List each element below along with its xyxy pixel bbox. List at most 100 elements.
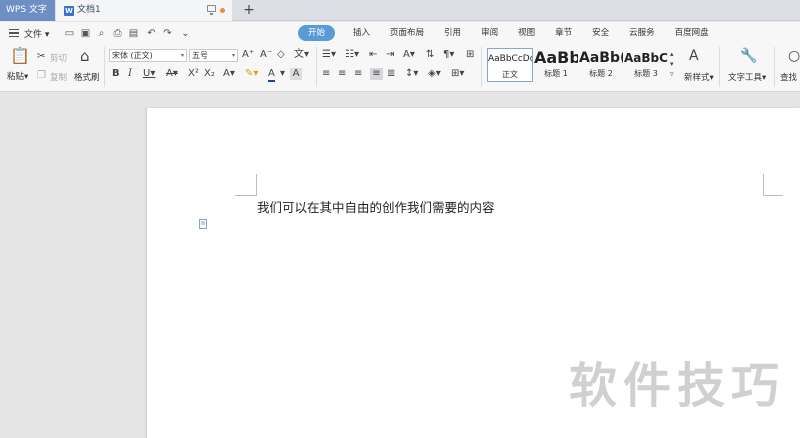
tab-insert[interactable]: 插入 [343,25,380,41]
tab-baidu-netdisk[interactable]: 百度网盘 [665,25,719,41]
strikethrough-icon[interactable]: A▾ [166,68,178,80]
new-style-icon[interactable]: A [689,49,699,63]
tab-security[interactable]: 安全 [582,25,619,41]
font-name-select[interactable]: 宋体 (正文) ▾ [109,49,187,62]
chinese-layout-icon[interactable]: A▾ [403,49,415,61]
cut-button[interactable]: 剪切 [50,52,67,64]
ribbon-tabs: 开始 插入 页面布局 引用 审阅 视图 章节 安全 云服务 百度网盘 [298,25,719,41]
grow-font-icon[interactable]: A⁺ [242,49,254,61]
bullets-icon[interactable]: ☰▾ [322,49,336,61]
show-marks-icon[interactable]: ¶▾ [443,49,454,61]
document-body-text[interactable]: 我们可以在其中自由的创作我们需要的内容 [257,197,495,216]
copy-button[interactable]: 复制 [50,71,67,83]
copy-icon[interactable]: ❐ [37,70,46,82]
table-icon[interactable]: ⊞ [466,49,474,61]
clear-format-icon[interactable]: ◇ [277,49,285,61]
new-style-button[interactable]: 新样式▾ [684,71,714,83]
italic-icon[interactable]: I [128,68,132,80]
app-tab[interactable]: WPS 文字 [0,0,55,21]
paste-label: 粘贴 [7,72,25,82]
tab-cloud-service[interactable]: 云服务 [619,25,665,41]
paste-icon[interactable]: 📋 [10,48,30,66]
phonetic-guide-icon[interactable]: 文▾ [294,49,309,61]
tab-review[interactable]: 审阅 [471,25,508,41]
style-normal[interactable]: AaBbCcDd 正文 [487,48,533,82]
style-sample: AaBb( [579,50,623,66]
char-shading-icon[interactable]: A [290,68,302,80]
font-size-select[interactable]: 五号 ▾ [189,49,238,62]
align-right-icon[interactable]: ≡ [354,68,362,80]
format-painter-button[interactable]: 格式刷 [74,71,100,83]
align-center-icon[interactable]: ≡ [338,68,346,80]
tab-sections[interactable]: 章节 [545,25,582,41]
search-icon[interactable]: ○ [788,49,800,63]
menu-row: 文件 ▾ ▭ ▣ ⌕ ⎙ ▤ ↶ ↷ ⌄ 开始 插入 页面布局 引用 审阅 视图… [0,22,800,44]
find-icon[interactable]: ⌕ [96,28,107,39]
hamburger-icon[interactable] [9,29,19,37]
document-workspace: 我们可以在其中自由的创作我们需要的内容 软件技巧 [0,92,800,438]
style-heading-3[interactable]: AaBbC( 标题 3 [624,48,668,82]
sort-icon[interactable]: ⇅ [426,49,434,61]
style-name: 标题 1 [544,69,568,78]
numbering-icon[interactable]: ☷▾ [345,49,359,61]
superscript-icon[interactable]: X² [188,68,199,80]
open-folder-icon[interactable]: ▭ [64,28,75,39]
find-replace-button[interactable]: 查找 [780,71,797,83]
borders-icon[interactable]: ⊞▾ [451,68,464,80]
word-doc-icon: W [64,6,74,16]
tab-page-layout[interactable]: 页面布局 [380,25,434,41]
new-style-label: 新样式 [684,73,710,83]
line-spacing-icon[interactable]: ↕▾ [405,68,418,80]
tab-references[interactable]: 引用 [434,25,471,41]
divider [104,47,105,87]
save-icon[interactable]: ▣ [80,28,91,39]
title-bar: WPS 文字 W 文档1 + [0,0,800,21]
watermark-text: 软件技巧 [569,358,786,414]
margin-marker-top-left [235,174,257,196]
document-page[interactable]: 我们可以在其中自由的创作我们需要的内容 软件技巧 [147,108,800,438]
print-preview-icon[interactable]: ▤ [128,28,139,39]
chevron-down-icon: ▾ [231,52,235,59]
decrease-indent-icon[interactable]: ⇤ [369,49,377,61]
shading-icon[interactable]: ◈▾ [428,68,441,80]
paste-button[interactable]: 粘贴▾ [7,70,28,82]
subscript-icon[interactable]: X₂ [204,68,215,80]
font-color-icon[interactable]: A [268,68,275,82]
document-tab[interactable]: W 文档1 [56,0,232,21]
file-menu-label: 文件 [24,30,43,40]
style-sample: AaBb [534,48,578,67]
styles-scroll-icon[interactable]: ▴ ▾ ▿ [670,49,674,79]
divider [774,47,775,87]
style-sample: AaBbC( [624,51,668,65]
print-icon[interactable]: ⎙ [112,28,123,39]
divider [481,47,482,87]
style-name: 标题 2 [589,69,613,78]
style-heading-1[interactable]: AaBb 标题 1 [534,48,578,82]
bold-icon[interactable]: B [112,68,120,80]
distributed-icon[interactable]: ≣ [387,68,395,80]
new-tab-button[interactable]: + [240,0,258,21]
text-effect-icon[interactable]: A▾ [223,68,235,80]
format-painter-icon[interactable]: ⌂ [80,49,90,64]
wrench-icon[interactable]: 🔧 [740,49,757,63]
file-menu[interactable]: 文件 ▾ [24,27,49,40]
justify-icon[interactable]: ≡ [370,68,383,80]
style-heading-2[interactable]: AaBb( 标题 2 [579,48,623,82]
shrink-font-icon[interactable]: A⁻ [260,49,272,61]
monitor-icon[interactable] [207,5,216,15]
text-tools-button[interactable]: 文字工具▾ [728,71,766,83]
paragraph-layout-icon[interactable] [199,219,209,229]
customize-chevron-icon[interactable]: ⌄ [180,28,191,39]
text-tools-label: 文字工具 [728,73,763,83]
redo-icon[interactable]: ↷ [162,28,173,39]
tab-view[interactable]: 视图 [508,25,545,41]
underline-icon[interactable]: U▾ [143,68,155,80]
chevron-down-icon[interactable]: ▾ [280,68,285,80]
undo-icon[interactable]: ↶ [146,28,157,39]
highlight-icon[interactable]: ✎▾ [245,68,258,80]
scissors-icon[interactable]: ✂ [37,51,45,63]
margin-marker-top-right [763,174,783,196]
increase-indent-icon[interactable]: ⇥ [386,49,394,61]
tab-home[interactable]: 开始 [298,25,336,41]
align-left-icon[interactable]: ≡ [322,68,330,80]
